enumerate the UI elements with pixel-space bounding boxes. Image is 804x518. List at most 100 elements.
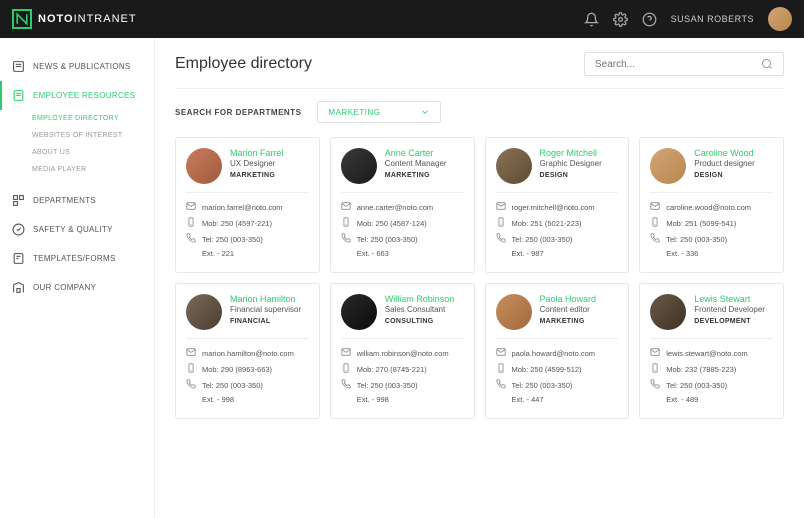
employee-name: Marion Farrel <box>230 148 284 158</box>
phone-icon <box>341 379 351 391</box>
employee-department: MARKETING <box>540 318 597 325</box>
department-select[interactable]: MARKETING <box>317 101 441 123</box>
employee-role: UX Designer <box>230 159 284 168</box>
sidebar-item-templates[interactable]: TEMPLATES/FORMS <box>0 244 154 273</box>
employee-card[interactable]: Roger MitchellGraphic DesignerDESIGNroge… <box>485 137 630 273</box>
mobile-icon <box>496 363 506 375</box>
employee-email: lewis.stewart@noto.com <box>650 347 773 359</box>
employee-tel: Tel: 250 (003-350) <box>341 233 464 245</box>
employee-tel: Tel: 250 (003-350) <box>650 233 773 245</box>
employee-name: Roger Mitchell <box>540 148 602 158</box>
email-icon <box>496 201 506 213</box>
sidebar-sub-media[interactable]: MEDIA PLAYER <box>32 161 154 178</box>
employee-mobile: Mob: 290 (8963-663) <box>186 363 309 375</box>
employee-department: CONSULTING <box>385 318 455 325</box>
employee-name: Caroline Wood <box>694 148 754 158</box>
employee-avatar <box>186 294 222 330</box>
employee-department: DESIGN <box>694 172 754 179</box>
sidebar-item-label: EMPLOYEE RESOURCES <box>33 91 135 100</box>
employee-role: Financial supervisor <box>230 305 301 314</box>
employee-ext: Ext. - 336 <box>650 249 773 258</box>
sidebar-item-label: OUR COMPANY <box>33 283 96 292</box>
employee-department: DESIGN <box>540 172 602 179</box>
sidebar-sub-about[interactable]: ABOUT US <box>32 144 154 161</box>
gear-icon[interactable] <box>613 12 628 27</box>
mobile-icon <box>496 217 506 229</box>
employee-ext: Ext. - 447 <box>496 395 619 404</box>
employee-ext: Ext. - 998 <box>341 395 464 404</box>
phone-icon <box>186 233 196 245</box>
user-avatar[interactable] <box>768 7 792 31</box>
employee-name: Marion Hamilton <box>230 294 301 304</box>
logo[interactable]: NOTOINTRANET <box>12 9 137 29</box>
chevron-down-icon <box>420 107 430 117</box>
sidebar-item-news[interactable]: NEWS & PUBLICATIONS <box>0 52 154 81</box>
username[interactable]: SUSAN ROBERTS <box>671 14 754 24</box>
employee-tel: Tel: 250 (003-350) <box>496 233 619 245</box>
main-content: Employee directory SEARCH FOR DEPARTMENT… <box>155 38 804 518</box>
employee-email: anne.carter@noto.com <box>341 201 464 213</box>
sidebar-item-employee-resources[interactable]: EMPLOYEE RESOURCES <box>0 81 154 110</box>
sidebar-item-safety[interactable]: SAFETY & QUALITY <box>0 215 154 244</box>
employee-mobile: Mob: 232 (7885-223) <box>650 363 773 375</box>
email-icon <box>186 201 196 213</box>
email-icon <box>496 347 506 359</box>
topbar: NOTOINTRANET SUSAN ROBERTS <box>0 0 804 38</box>
employee-mobile: Mob: 251 (5021-223) <box>496 217 619 229</box>
help-icon[interactable] <box>642 12 657 27</box>
sidebar-item-label: DEPARTMENTS <box>33 196 96 205</box>
employee-ext: Ext. - 489 <box>650 395 773 404</box>
employee-avatar <box>496 294 532 330</box>
employee-grid: Marion FarrelUX Designer MARKETING marion.… <box>175 137 784 419</box>
email-icon <box>650 347 660 359</box>
employee-card[interactable]: Paola HowardContent editorMARKETINGpaola… <box>485 283 630 419</box>
logo-text: NOTOINTRANET <box>38 13 137 25</box>
employee-name: Paola Howard <box>540 294 597 304</box>
employee-department: FINANCIAL <box>230 318 301 325</box>
employee-role: Product designer <box>694 159 754 168</box>
employee-card[interactable]: Lewis StewartFrontend DeveloperDEVELOPME… <box>639 283 784 419</box>
bell-icon[interactable] <box>584 12 599 27</box>
employee-tel: Tel: 250 (003-350) <box>650 379 773 391</box>
sidebar-item-label: TEMPLATES/FORMS <box>33 254 116 263</box>
search-input[interactable] <box>595 59 761 70</box>
phone-icon <box>186 379 196 391</box>
email-icon <box>650 201 660 213</box>
employee-tel: Tel: 250 (003-350) <box>496 379 619 391</box>
employee-department: MARKETING <box>230 172 284 179</box>
employee-mobile: Mob: 270 (8745-221) <box>341 363 464 375</box>
employee-role: Content editor <box>540 305 597 314</box>
sidebar-sub-websites[interactable]: WEBSITES OF INTEREST <box>32 127 154 144</box>
employee-ext: Ext. - 663 <box>341 249 464 258</box>
employee-card[interactable]: Caroline WoodProduct designer DESIGN carol… <box>639 137 784 273</box>
employee-card[interactable]: William RobinsonSales Consultant CONSULTI… <box>330 283 475 419</box>
sidebar-sub-employee-directory[interactable]: EMPLOYEE DIRECTORY <box>32 110 154 127</box>
employee-card[interactable]: Anne CarterContent ManagerMARKETINGanne.… <box>330 137 475 273</box>
employee-tel: Tel: 250 (003-350) <box>186 379 309 391</box>
employee-role: Content Manager <box>385 159 447 168</box>
employee-email: marion.hamilton@noto.com <box>186 347 309 359</box>
employee-name: William Robinson <box>385 294 455 304</box>
search-box[interactable] <box>584 52 784 76</box>
mobile-icon <box>341 363 351 375</box>
sidebar-item-departments[interactable]: DEPARTMENTS <box>0 186 154 215</box>
employee-card[interactable]: Marion HamiltonFinancial supervisor FINAN… <box>175 283 320 419</box>
employee-name: Anne Carter <box>385 148 447 158</box>
mobile-icon <box>186 217 196 229</box>
sidebar-item-company[interactable]: OUR COMPANY <box>0 273 154 302</box>
employee-role: Sales Consultant <box>385 305 455 314</box>
search-icon <box>761 58 773 70</box>
employee-card[interactable]: Marion FarrelUX DesignerMARKETINGmarion.… <box>175 137 320 273</box>
phone-icon <box>650 233 660 245</box>
employee-department: DEVELOPMENT <box>694 318 765 325</box>
employee-avatar <box>496 148 532 184</box>
page-title: Employee directory <box>175 55 312 73</box>
employee-email: caroline.wood@noto.com <box>650 201 773 213</box>
mobile-icon <box>650 217 660 229</box>
employee-mobile: Mob: 250 (4599-512) <box>496 363 619 375</box>
employee-email: william.robinson@noto.com <box>341 347 464 359</box>
phone-icon <box>496 379 506 391</box>
employee-avatar <box>650 148 686 184</box>
divider <box>175 88 784 89</box>
sidebar-item-label: SAFETY & QUALITY <box>33 225 113 234</box>
